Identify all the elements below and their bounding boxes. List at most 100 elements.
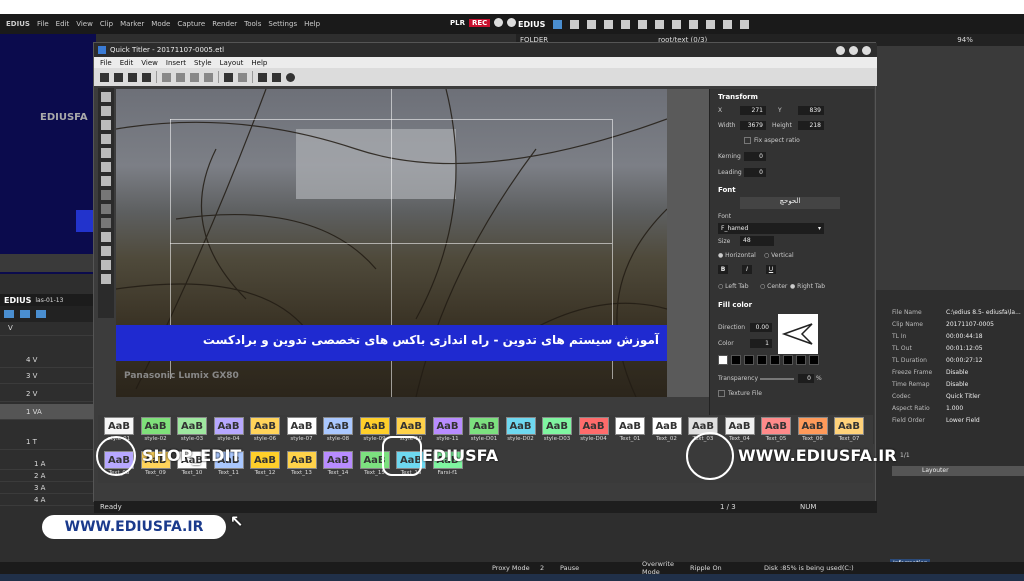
layer-down-icon[interactable] <box>101 246 111 256</box>
redo-icon[interactable] <box>238 72 247 82</box>
save-icon[interactable] <box>128 72 137 82</box>
bold-button[interactable]: B <box>718 265 728 274</box>
style-thumbnail[interactable]: AaB Text_12 <box>248 451 282 481</box>
fix-aspect-row[interactable]: Fix aspect ratio <box>744 137 800 144</box>
right-tab-option[interactable]: ● Right Tab <box>790 283 825 290</box>
layouter-item[interactable]: Layouter <box>892 466 1024 476</box>
titler-menu-edit[interactable]: Edit <box>120 59 134 67</box>
leading-field[interactable]: 0 <box>744 168 766 177</box>
align-center-icon[interactable] <box>101 204 111 214</box>
paste-icon[interactable] <box>190 72 199 82</box>
style-thumbnail[interactable]: AaB style-11 <box>431 417 465 447</box>
track-3v[interactable]: 3 V <box>0 368 96 384</box>
titler-menu-file[interactable]: File <box>100 59 112 67</box>
texture-row[interactable]: Texture File <box>718 390 762 397</box>
height-field[interactable]: 218 <box>798 121 824 130</box>
style-thumbnail[interactable]: AaB style-D03 <box>540 417 574 447</box>
search-icon[interactable] <box>570 19 580 29</box>
texture-checkbox[interactable] <box>718 390 725 397</box>
color-swatch[interactable] <box>783 355 793 365</box>
close-icon[interactable] <box>507 18 517 27</box>
save-as-icon[interactable] <box>142 72 151 82</box>
style-thumbnail[interactable]: AaB Text_05 <box>759 417 793 447</box>
view-grid-icon[interactable] <box>723 19 733 29</box>
proxy-mode[interactable]: Proxy Mode <box>492 564 540 572</box>
menu-help[interactable]: Help <box>304 20 320 28</box>
grid-layout-icon[interactable] <box>101 274 111 284</box>
layer-up-icon[interactable] <box>101 232 111 242</box>
copy-icon[interactable] <box>638 19 648 29</box>
style-thumbnail[interactable]: AaB Text_07 <box>832 417 866 447</box>
style-thumbnail[interactable]: AaB style-D04 <box>577 417 611 447</box>
color-swatch[interactable] <box>796 355 806 365</box>
new-folder-icon[interactable] <box>604 19 614 29</box>
track-4a[interactable]: 4 A <box>0 494 96 506</box>
kerning-field[interactable]: 0 <box>744 152 766 161</box>
x-field[interactable]: 271 <box>740 106 766 115</box>
underline-button[interactable]: U <box>766 265 776 274</box>
triangle-tool-icon[interactable] <box>101 162 111 172</box>
color-count-field[interactable]: 1 <box>750 339 772 348</box>
transparency-field[interactable]: 0 <box>798 374 814 383</box>
track-1t[interactable]: 1 T <box>0 434 96 450</box>
copy-icon[interactable] <box>176 72 185 82</box>
minimize-icon[interactable] <box>836 46 845 55</box>
menu-settings[interactable]: Settings <box>268 20 297 28</box>
minimize-icon[interactable] <box>494 18 504 27</box>
style-thumbnail[interactable]: AaB style-06 <box>248 417 282 447</box>
style-thumbnail[interactable]: AaB style-08 <box>321 417 355 447</box>
style-thumbnail[interactable]: AaB Text_02 <box>650 417 684 447</box>
width-field[interactable]: 3679 <box>740 121 766 130</box>
text-tool-icon[interactable] <box>101 106 111 116</box>
style-thumbnail[interactable]: AaB style-D01 <box>467 417 501 447</box>
menu-file[interactable]: File <box>37 20 49 28</box>
style-thumbnail[interactable]: AaB style-04 <box>212 417 246 447</box>
settings-icon[interactable] <box>740 19 750 29</box>
color-swatch[interactable] <box>718 355 728 365</box>
style-thumbnail[interactable]: AaB Text_13 <box>285 451 319 481</box>
menu-edit[interactable]: Edit <box>56 20 70 28</box>
direction-dial[interactable] <box>778 314 818 354</box>
menu-view[interactable]: View <box>76 20 93 28</box>
menu-tools[interactable]: Tools <box>244 20 261 28</box>
menu-capture[interactable]: Capture <box>177 20 205 28</box>
transparency-slider[interactable] <box>760 378 794 380</box>
color-swatch[interactable] <box>770 355 780 365</box>
line-tool-icon[interactable] <box>101 176 111 186</box>
italic-button[interactable]: I <box>742 265 752 274</box>
overwrite-mode[interactable]: Overwrite Mode <box>642 560 690 574</box>
horizontal-option[interactable]: ● Horizontal <box>718 252 756 259</box>
style-thumbnail[interactable]: AaB style-03 <box>175 417 209 447</box>
titler-menu-view[interactable]: View <box>141 59 158 67</box>
open-icon[interactable] <box>114 72 123 82</box>
menu-mode[interactable]: Mode <box>151 20 170 28</box>
maximize-icon[interactable] <box>849 46 858 55</box>
crop-tool-icon[interactable] <box>101 134 111 144</box>
style-thumbnail[interactable]: AaB Text_06 <box>796 417 830 447</box>
undo-icon[interactable] <box>224 72 233 82</box>
titler-menu-help[interactable]: Help <box>251 59 267 67</box>
folder-icon[interactable] <box>553 19 563 29</box>
align-left-icon[interactable] <box>101 190 111 200</box>
menu-render[interactable]: Render <box>212 20 237 28</box>
direction-field[interactable]: 0.00 <box>750 323 772 332</box>
export-icon[interactable] <box>706 19 716 29</box>
titler-canvas[interactable]: آموزش سیستم های تدوین - راه اندازی باکس … <box>116 89 667 397</box>
vertical-option[interactable]: ○ Vertical <box>764 252 794 259</box>
style-thumbnail[interactable]: AaB Text_01 <box>613 417 647 447</box>
track-v[interactable]: V <box>0 320 96 336</box>
size-select[interactable]: 48 <box>740 236 774 246</box>
y-field[interactable]: 839 <box>798 106 824 115</box>
style-thumbnail[interactable]: AaB Text_14 <box>321 451 355 481</box>
subtitle-text[interactable]: آموزش سیستم های تدوین - راه اندازی باکس … <box>203 333 659 347</box>
track-1va[interactable]: 1 VA <box>0 404 96 420</box>
delete-icon[interactable] <box>204 72 213 82</box>
help-icon[interactable] <box>286 72 295 82</box>
player-controls[interactable] <box>0 254 96 272</box>
up-folder-icon[interactable] <box>587 19 597 29</box>
left-tab-option[interactable]: ○ Left Tab <box>718 283 749 290</box>
track-2v[interactable]: 2 V <box>0 386 96 402</box>
subtitle-box[interactable]: آموزش سیستم های تدوین - راه اندازی باکس … <box>116 325 667 361</box>
grid-icon[interactable] <box>258 72 267 82</box>
track-2a[interactable]: 2 A <box>0 470 96 482</box>
